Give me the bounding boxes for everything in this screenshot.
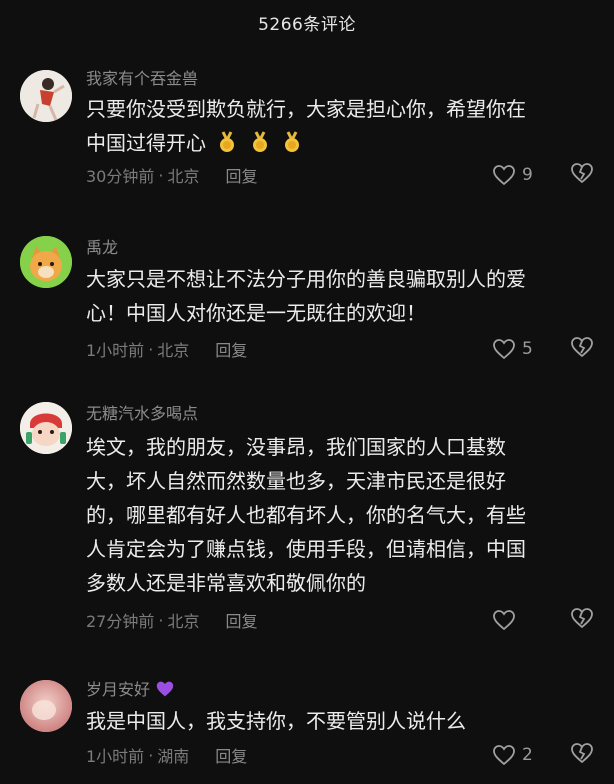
comment-actions [492, 607, 594, 633]
comment-text: 大家只是不想让不法分子用你的善良骗取别人的爱 心！中国人对你还是一无既往的欢迎！ [86, 262, 584, 330]
broken-heart-icon [571, 743, 593, 764]
like-count: 2 [522, 745, 533, 765]
meta-separator: · [158, 165, 164, 185]
meta-separator: · [148, 339, 154, 359]
comment-location: 北京 [157, 341, 190, 360]
dislike-button[interactable] [570, 607, 594, 633]
comment-item: 禹龙 大家只是不想让不法分子用你的善良骗取别人的爱 心！中国人对你还是一无既往的… [0, 234, 614, 368]
like-button[interactable]: 5 [492, 338, 536, 360]
heart-icon [493, 745, 515, 766]
avatar[interactable] [20, 402, 72, 454]
purple-heart-icon [156, 681, 174, 697]
comment-time: 1小时前 [86, 341, 145, 360]
dislike-button[interactable] [570, 742, 594, 768]
meta-separator: · [148, 745, 154, 765]
heart-icon [493, 610, 515, 631]
like-button[interactable]: 2 [492, 744, 536, 766]
heart-icon [493, 165, 515, 186]
broken-heart-icon [571, 163, 593, 184]
comment-username[interactable]: 无糖汽水多喝点 [86, 398, 584, 430]
meta-separator: · [158, 610, 164, 630]
like-count: 5 [522, 339, 533, 359]
gold-medal-icon [206, 131, 303, 155]
comment-line: 多数人还是非常喜欢和敬佩你的 [86, 571, 366, 595]
comment-username-row: 岁月安好 [86, 676, 584, 704]
broken-heart-icon [571, 608, 593, 629]
comment-text: 埃文，我的朋友，没事昂，我们国家的人口基数 大，坏人自然而然数量也多，天津市民还… [86, 430, 584, 600]
reply-button[interactable]: 回复 [215, 743, 247, 767]
broken-heart-icon [571, 337, 593, 358]
comment-location: 北京 [167, 167, 200, 186]
reply-button[interactable]: 回复 [215, 337, 247, 361]
comment-line: 中国过得开心 [86, 131, 206, 155]
comment-text: 我是中国人，我支持你，不要管别人说什么 [86, 704, 584, 738]
avatar[interactable] [20, 680, 72, 732]
comment-line-wrap: 中国过得开心 [86, 126, 584, 160]
dislike-button[interactable] [570, 162, 594, 188]
comment-line: 的，哪里都有好人也都有坏人，你的名气大，有些 [86, 503, 526, 527]
avatar[interactable] [20, 70, 72, 122]
comment-actions: 5 [492, 336, 594, 362]
like-button[interactable] [492, 609, 536, 631]
comment-line: 我是中国人，我支持你，不要管别人说什么 [86, 709, 466, 733]
comment-line: 人肯定会为了赚点钱，使用手段，但请相信，中国 [86, 537, 526, 561]
comment-line: 大，坏人自然而然数量也多，天津市民还是很好 [86, 469, 506, 493]
comment-line: 心！中国人对你还是一无既往的欢迎！ [86, 301, 426, 325]
comment-time: 1小时前 [86, 747, 145, 766]
comment-username[interactable]: 岁月安好 [86, 680, 150, 699]
comment-count-title: 5266条评论 [258, 14, 356, 35]
comments-header: 5266条评论 [0, 0, 614, 44]
comment-text: 只要你没受到欺负就行，大家是担心你，希望你在 中国过得开心 [86, 92, 584, 160]
comment-time: 30分钟前 [86, 167, 155, 186]
comment-line: 只要你没受到欺负就行，大家是担心你，希望你在 [86, 97, 526, 121]
comment-item: 岁月安好 我是中国人，我支持你，不要管别人说什么 1小时前 · 湖南 回复 2 [0, 676, 614, 772]
avatar[interactable] [20, 236, 72, 288]
comment-username[interactable]: 禹龙 [86, 234, 584, 262]
like-button[interactable]: 9 [492, 164, 536, 186]
comment-meta: 1小时前 · 湖南 回复 2 [86, 738, 593, 772]
comment-meta: 1小时前 · 北京 回复 5 [86, 330, 593, 368]
comment-meta: 27分钟前 · 北京 回复 [86, 600, 593, 640]
comment-meta: 30分钟前 · 北京 回复 9 [86, 160, 593, 190]
comment-line: 埃文，我的朋友，没事昂，我们国家的人口基数 [86, 435, 506, 459]
comment-location: 北京 [167, 612, 200, 631]
comment-location: 湖南 [157, 747, 190, 766]
comment-line: 大家只是不想让不法分子用你的善良骗取别人的爱 [86, 267, 526, 291]
comment-actions: 9 [492, 162, 594, 188]
comment-item: 无糖汽水多喝点 埃文，我的朋友，没事昂，我们国家的人口基数 大，坏人自然而然数量… [0, 398, 614, 640]
reply-button[interactable]: 回复 [225, 163, 257, 187]
like-count: 9 [522, 165, 533, 185]
heart-icon [493, 339, 515, 360]
reply-button[interactable]: 回复 [225, 608, 257, 632]
comment-item: 我家有个吞金兽 只要你没受到欺负就行，大家是担心你，希望你在 中国过得开心 30… [0, 66, 614, 190]
dislike-button[interactable] [570, 336, 594, 362]
comment-time: 27分钟前 [86, 612, 155, 631]
comment-actions: 2 [492, 742, 594, 768]
comment-username[interactable]: 我家有个吞金兽 [86, 66, 584, 92]
